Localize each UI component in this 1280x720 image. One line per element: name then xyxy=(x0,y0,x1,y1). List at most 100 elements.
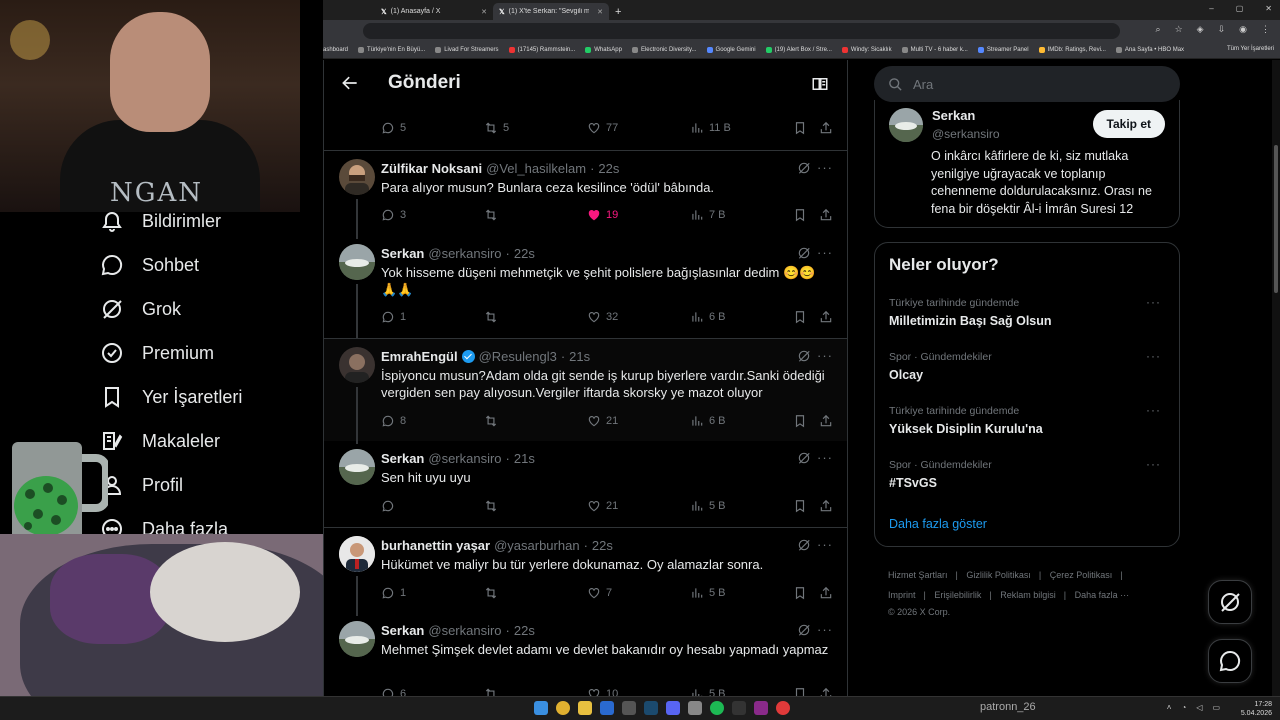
like-button[interactable]: 19 xyxy=(587,208,618,222)
bookmark-tweet-button[interactable] xyxy=(793,121,807,135)
bookmark-item[interactable]: Multi TV - 6 haber k... xyxy=(901,47,968,53)
app-icon[interactable] xyxy=(754,701,768,715)
chrome-icon[interactable] xyxy=(556,701,570,715)
bookmark-item[interactable]: WhatsApp xyxy=(585,47,622,53)
tray-chevron-icon[interactable]: ˄ xyxy=(1167,703,1172,712)
profile-handle[interactable]: @serkansiro xyxy=(932,127,1000,141)
bookmark-item[interactable]: Türkiye'nin En Büyü... xyxy=(358,47,425,53)
volume-icon[interactable]: ◁ xyxy=(1196,703,1202,712)
avatar[interactable] xyxy=(339,621,375,657)
like-button[interactable]: 10 xyxy=(587,687,618,696)
author-name[interactable]: Zülfikar Noksani xyxy=(381,161,482,176)
tweet-item[interactable]: Serkan @serkansiro · 21s ··· Sen hit uyu… xyxy=(324,441,847,527)
like-button[interactable]: 32 xyxy=(587,310,618,324)
tab-post[interactable]: 𝕏 (1) X'te Serkan: "Sevgili maliye ✕ xyxy=(493,3,609,20)
nav-profile[interactable]: Profil xyxy=(100,473,183,497)
bookmark-item[interactable]: ashboard xyxy=(323,47,348,53)
avatar[interactable] xyxy=(339,244,375,280)
author-name[interactable]: Serkan xyxy=(381,623,424,638)
bookmark-item[interactable]: (19) Alert Box / Stre... xyxy=(765,47,832,53)
download-icon[interactable]: ⇩ xyxy=(1218,24,1226,35)
grok-icon[interactable] xyxy=(797,246,811,260)
nav-premium[interactable]: Premium xyxy=(100,341,214,365)
spotify-icon[interactable] xyxy=(710,701,724,715)
bookmark-item[interactable]: Windy: Sicaklık xyxy=(841,47,892,53)
bookmark-tweet-button[interactable] xyxy=(793,687,807,696)
more-options-icon[interactable]: ··· xyxy=(1146,295,1161,309)
bookmark-item[interactable]: (17145) Rammstein... xyxy=(508,47,575,53)
app-icon[interactable] xyxy=(600,701,614,715)
windows-start-icon[interactable] xyxy=(534,701,548,715)
app-icon[interactable] xyxy=(776,701,790,715)
tweet-time[interactable]: 22s xyxy=(598,161,619,176)
footer-link[interactable]: Reklam bilgisi xyxy=(1000,590,1056,600)
avatar[interactable] xyxy=(339,449,375,485)
trend-item[interactable]: Spor · Gündemdekiler #TSvGS ··· xyxy=(889,457,1169,490)
tweet-item[interactable]: Serkan @serkansiro · 22s ··· Mehmet Şimş… xyxy=(324,613,847,696)
more-options-icon[interactable]: ··· xyxy=(817,450,833,465)
app-icon[interactable] xyxy=(688,701,702,715)
views-button[interactable]: 11 B xyxy=(690,121,731,135)
author-name[interactable]: Serkan xyxy=(381,451,424,466)
views-button[interactable]: 5 B xyxy=(690,499,726,513)
footer-link[interactable]: Gizlilik Politikası xyxy=(966,570,1031,580)
tweet-item[interactable]: 5 5 77 11 B xyxy=(324,116,847,150)
share-button[interactable] xyxy=(819,586,833,600)
grok-icon[interactable] xyxy=(797,349,811,363)
author-handle[interactable]: @serkansiro xyxy=(428,451,501,466)
like-button[interactable]: 21 xyxy=(587,414,618,428)
author-handle[interactable]: @serkansiro xyxy=(428,246,501,261)
grok-icon[interactable] xyxy=(797,161,811,175)
footer-link[interactable]: Daha fazla ··· xyxy=(1075,590,1130,600)
bookmark-tweet-button[interactable] xyxy=(793,499,807,513)
reply-button[interactable]: 6 xyxy=(381,687,406,696)
battery-icon[interactable]: ▭ xyxy=(1212,703,1220,712)
search-input[interactable]: Ara xyxy=(874,66,1180,102)
minimize-icon[interactable]: – xyxy=(1209,4,1213,13)
bookmark-item[interactable]: Streamer Panel xyxy=(977,47,1029,53)
tweet-time[interactable]: 22s xyxy=(592,538,613,553)
trend-item[interactable]: Türkiye tarihinde gündemde Milletimizin … xyxy=(889,295,1169,328)
repost-button[interactable] xyxy=(484,208,498,222)
repost-button[interactable]: 5 xyxy=(484,121,509,135)
epic-games-icon[interactable] xyxy=(732,701,746,715)
author-handle[interactable]: @serkansiro xyxy=(428,623,501,638)
show-more-link[interactable]: Daha fazla göster xyxy=(889,517,987,531)
trend-item[interactable]: Spor · Gündemdekiler Olcay ··· xyxy=(889,349,1169,382)
like-button[interactable]: 21 xyxy=(587,499,618,513)
grok-icon[interactable] xyxy=(797,623,811,637)
reply-button[interactable]: 3 xyxy=(381,208,406,222)
page-scrollbar[interactable] xyxy=(1272,60,1280,696)
footer-link[interactable]: Erişilebilirlik xyxy=(934,590,981,600)
menu-icon[interactable]: ⋮ xyxy=(1261,24,1270,35)
more-options-icon[interactable]: ··· xyxy=(817,622,833,637)
tweet-time[interactable]: 21s xyxy=(514,451,535,466)
more-options-icon[interactable]: ··· xyxy=(817,160,833,175)
footer-link[interactable]: Hizmet Şartları xyxy=(888,570,948,580)
more-options-icon[interactable]: ··· xyxy=(817,245,833,260)
tweet-item[interactable]: burhanettin yaşar @yasarburhan · 22s ···… xyxy=(324,527,847,616)
footer-link[interactable]: Çerez Politikası xyxy=(1050,570,1113,580)
nav-bookmarks[interactable]: Yer İşaretleri xyxy=(100,385,242,409)
clock[interactable]: 17:28 5.04.2026 xyxy=(1241,700,1272,718)
url-field[interactable] xyxy=(363,23,1120,39)
tab-home[interactable]: 𝕏 (1) Anasayfa / X ✕ xyxy=(375,3,493,20)
bookmark-tweet-button[interactable] xyxy=(793,310,807,324)
share-button[interactable] xyxy=(819,310,833,324)
scrollbar-thumb[interactable] xyxy=(1274,145,1278,293)
share-button[interactable] xyxy=(819,414,833,428)
back-arrow-icon[interactable] xyxy=(340,73,360,93)
author-name[interactable]: EmrahEngül xyxy=(381,349,458,364)
tweet-item[interactable]: Zülfikar Noksani @Vel_hasilkelam · 22s ·… xyxy=(324,150,847,239)
network-icon[interactable]: ◔ xyxy=(1181,703,1186,712)
nav-grok[interactable]: Grok xyxy=(100,297,181,321)
repost-button[interactable] xyxy=(484,687,498,696)
more-options-icon[interactable]: ··· xyxy=(1146,457,1161,471)
reply-button[interactable]: 1 xyxy=(381,586,406,600)
extensions-icon[interactable]: ◈ xyxy=(1197,24,1204,35)
zoom-icon[interactable]: ⌕ xyxy=(1156,24,1161,35)
bookmark-item[interactable]: Livad For Streamers xyxy=(435,47,499,53)
avatar[interactable] xyxy=(339,159,375,195)
app-icon[interactable] xyxy=(622,701,636,715)
tweet-time[interactable]: 22s xyxy=(514,246,535,261)
